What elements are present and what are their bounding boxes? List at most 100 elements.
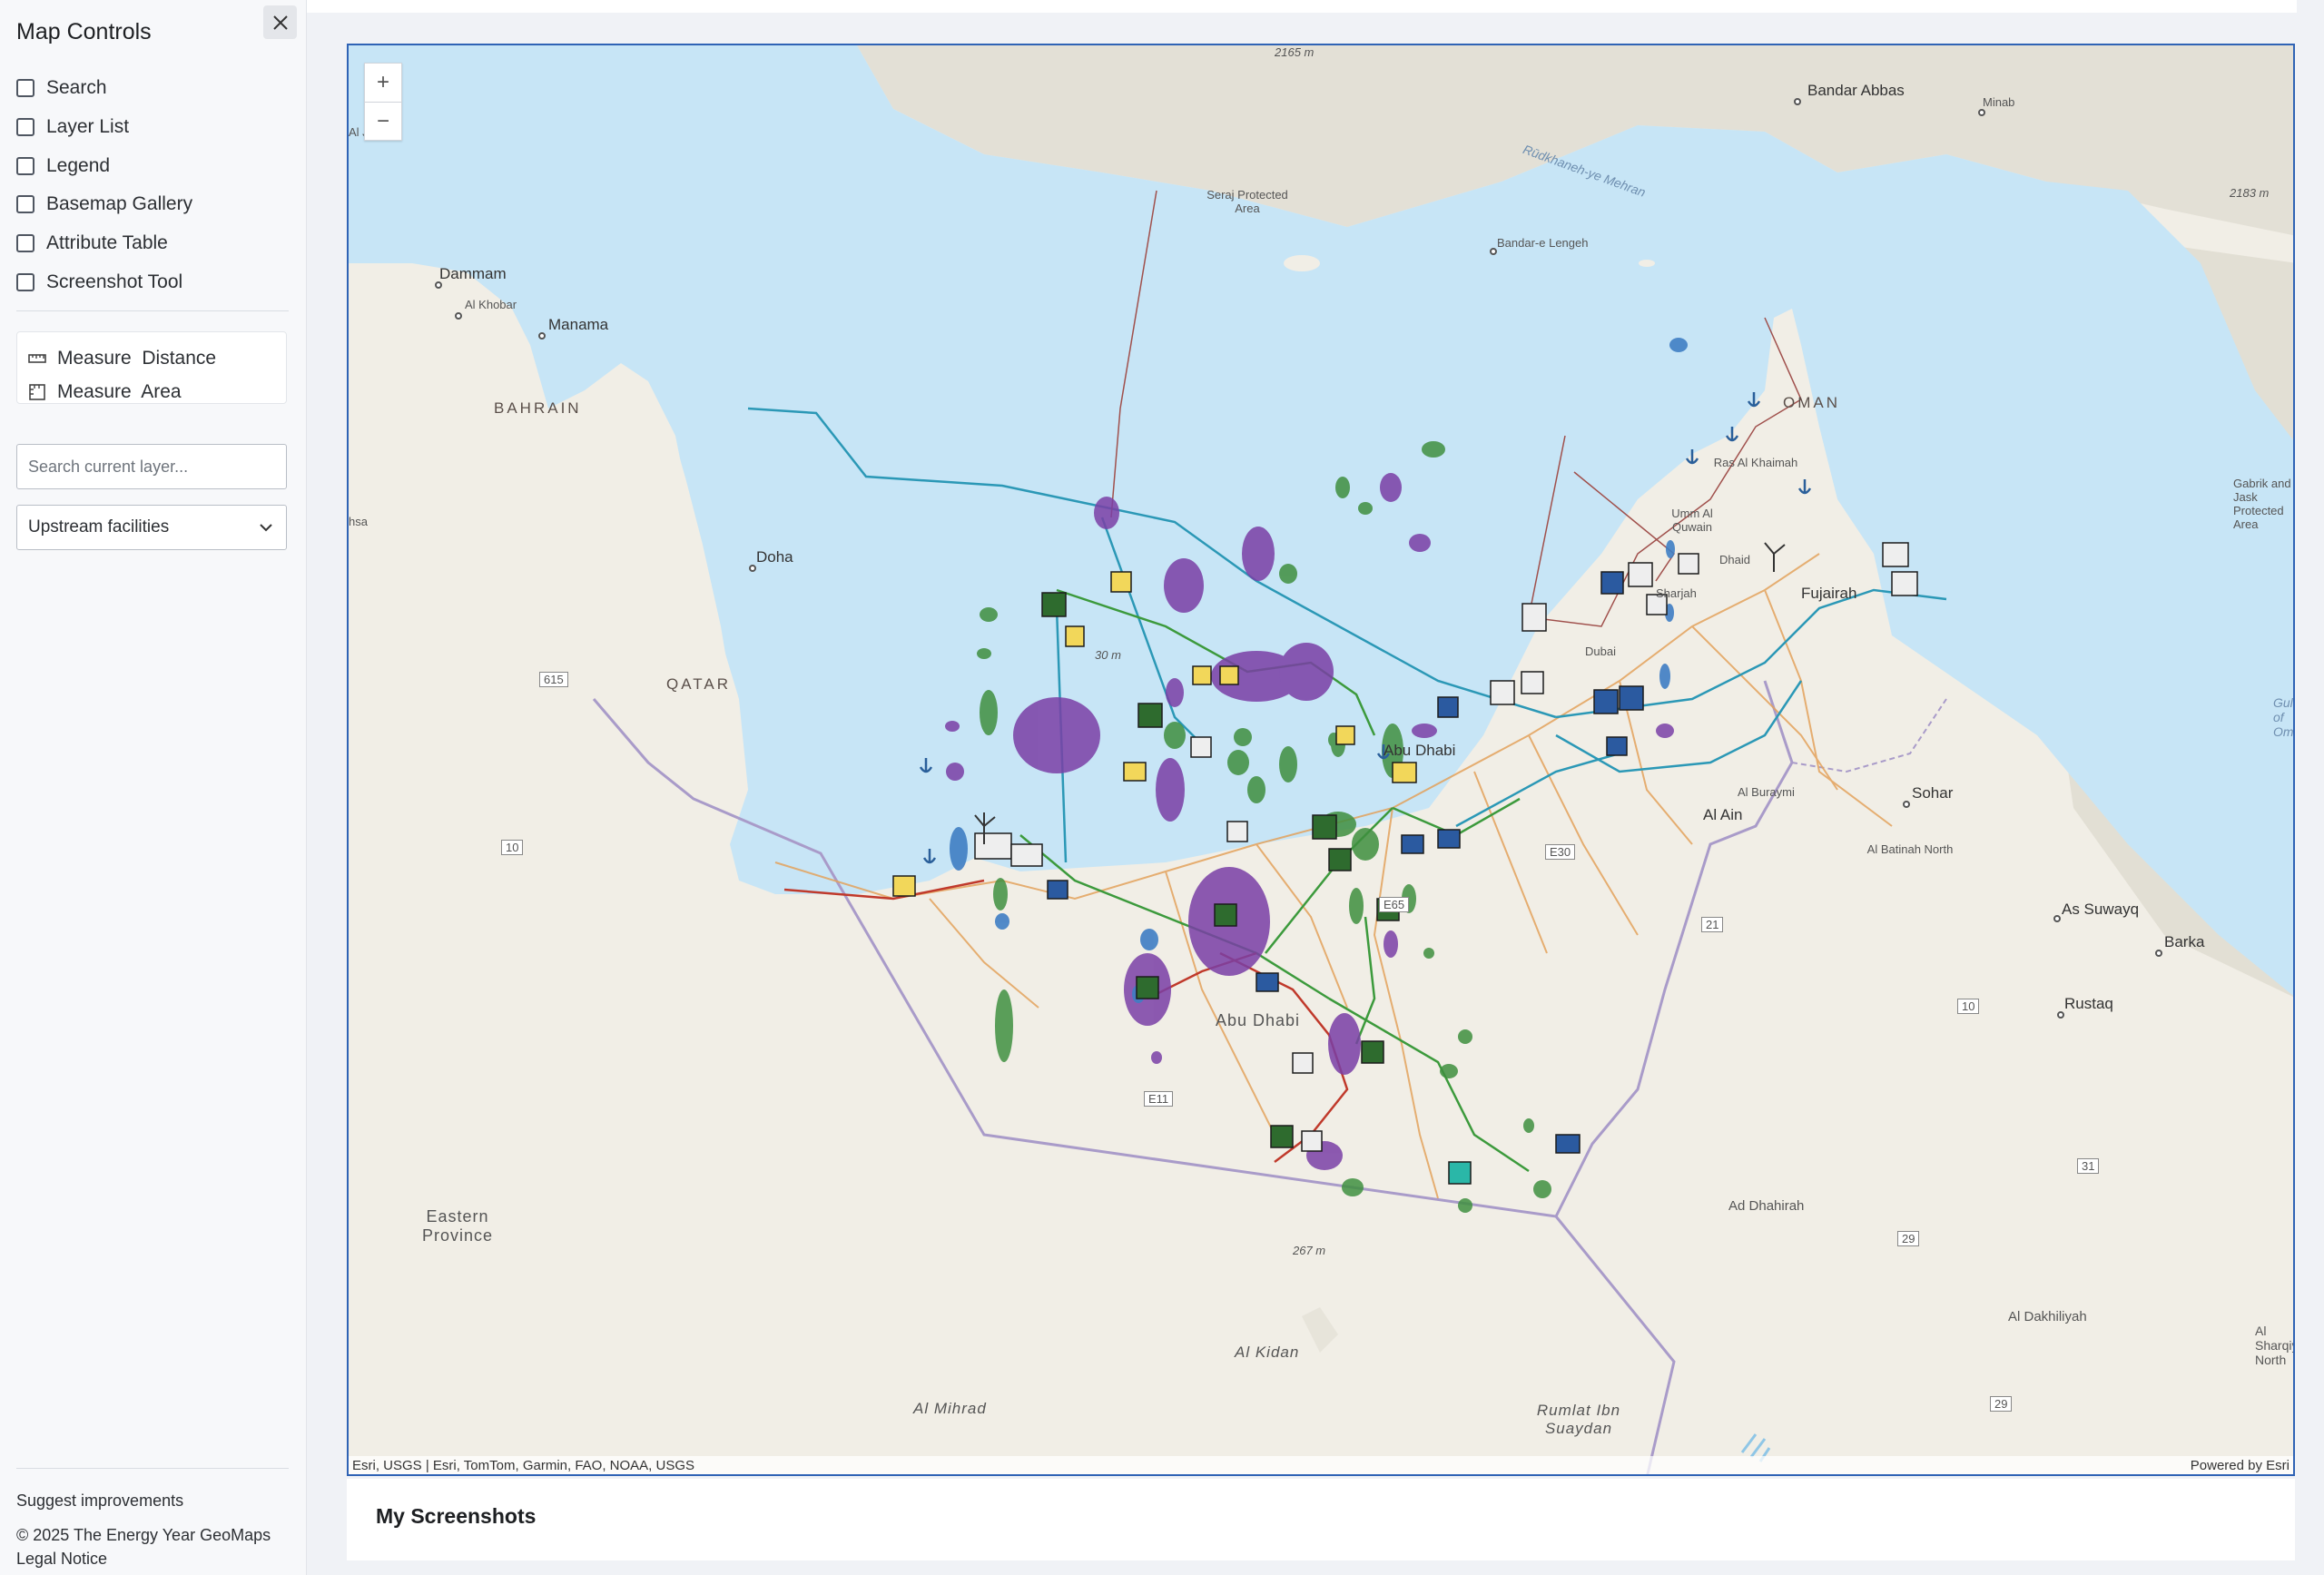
widget-toggle-list: Search Layer List Legend Basemap Gallery… — [16, 69, 289, 301]
widget-toggle-label: Layer List — [46, 116, 130, 138]
map-label: 29 — [1990, 1396, 2013, 1412]
map-label: E11 — [1144, 1091, 1174, 1107]
map-label: Al Khobar — [465, 298, 517, 311]
map-label: Dhaid — [1719, 553, 1750, 566]
top-card — [307, 0, 2297, 13]
map-label: Umm Al Quwain — [1671, 507, 1713, 534]
measure-distance-button[interactable]: Measure Distance — [28, 341, 286, 375]
map-label: BAHRAIN — [494, 399, 582, 417]
city-marker — [2053, 915, 2061, 922]
widget-toggle-label: Basemap Gallery — [46, 193, 193, 215]
widget-toggle-label: Screenshot Tool — [46, 271, 183, 292]
map-label: 10 — [1957, 999, 1980, 1014]
map-label: 267 m — [1293, 1244, 1326, 1257]
map-label: OMAN — [1783, 394, 1840, 411]
map-label: Al Batinah North — [1866, 842, 1954, 856]
zoom-out-button[interactable]: − — [365, 102, 401, 140]
city-marker — [538, 332, 546, 340]
map-label: Ad Dhahirah — [1728, 1198, 1805, 1214]
checkbox[interactable] — [16, 234, 34, 253]
divider — [16, 1468, 289, 1469]
map-label: Al Sharqiyah North — [2255, 1324, 2293, 1367]
zoom-control: + − — [364, 63, 402, 141]
checkbox[interactable] — [16, 195, 34, 214]
zoom-in-button[interactable]: + — [365, 64, 401, 102]
checkbox[interactable] — [16, 156, 34, 175]
widget-toggle-label: Search — [46, 77, 107, 99]
map-controls-panel: Map Controls Search Layer List Legend Ba… — [0, 0, 307, 1575]
widget-toggle-attribute-table[interactable]: Attribute Table — [16, 224, 289, 263]
map-label: Bandar Abbas — [1807, 82, 1905, 99]
suggest-improvements-link[interactable]: Suggest improvements — [16, 1491, 183, 1511]
measure-area-button[interactable]: Measure Area — [28, 375, 286, 409]
map-label: Barka — [2164, 933, 2205, 950]
map-label: QATAR — [666, 675, 732, 693]
city-marker — [2057, 1011, 2064, 1019]
widget-toggle-legend[interactable]: Legend — [16, 146, 289, 185]
map-label: Gabrik and Jask Protected Area — [2233, 477, 2291, 531]
map-label: Abu Dhabi — [1216, 1011, 1301, 1029]
map-label: 2165 m — [1275, 45, 1315, 59]
map-label: Abu Dhabi — [1384, 742, 1456, 759]
map-label: E65 — [1379, 897, 1410, 912]
panel-title: Map Controls — [16, 19, 152, 44]
city-marker — [1794, 98, 1801, 105]
map-label: Rumlat Ibn Suaydan — [1536, 1402, 1621, 1437]
map-label: Ras Al Khaimah — [1713, 456, 1798, 469]
map-label: Sohar — [1912, 784, 1954, 802]
widget-toggle-layer-list[interactable]: Layer List — [16, 108, 289, 147]
area-measure-icon — [29, 383, 45, 400]
map-label: Seraj Protected Area — [1206, 188, 1288, 215]
map-label: Al Dakhiliyah — [2008, 1309, 2087, 1324]
measure-tools: Measure Distance Measure Area — [16, 331, 287, 404]
checkbox[interactable] — [16, 118, 34, 137]
widget-toggle-basemap-gallery[interactable]: Basemap Gallery — [16, 185, 289, 224]
widget-toggle-label: Legend — [46, 154, 111, 176]
map-label: Fujairah — [1801, 585, 1857, 602]
map-label: Manama — [548, 316, 609, 333]
chevron-down-icon — [260, 524, 272, 532]
close-icon — [272, 15, 288, 30]
map-label: Minab — [1983, 95, 2015, 109]
map-label: 615 — [539, 672, 568, 687]
map-view[interactable]: Al J hsa 2165 m Bandar Abbas Minab 2183 … — [347, 44, 2295, 1476]
map-label: Al Kidan — [1235, 1344, 1300, 1361]
map-label: 10 — [501, 840, 524, 855]
map-label: 2183 m — [2230, 186, 2270, 200]
map-label: Al Mihrad — [913, 1400, 987, 1417]
map-label: Gulf of Om — [2273, 695, 2295, 739]
city-marker — [455, 312, 462, 320]
map-label: Al Buraymi — [1738, 785, 1795, 799]
map-label: Dammam — [439, 265, 507, 282]
city-marker — [1903, 801, 1910, 808]
widget-toggle-screenshot-tool[interactable]: Screenshot Tool — [16, 262, 289, 301]
layer-select[interactable]: Upstream facilities — [16, 505, 287, 550]
map-label: Rustaq — [2064, 995, 2113, 1012]
measure-distance-label: Measure Distance — [57, 347, 217, 369]
map-label: E30 — [1545, 844, 1576, 860]
map-label: 29 — [1897, 1231, 1920, 1246]
widget-toggle-label: Attribute Table — [46, 232, 168, 254]
checkbox[interactable] — [16, 272, 34, 291]
city-marker — [749, 565, 756, 572]
layer-search-input[interactable] — [16, 444, 287, 489]
map-label: Doha — [756, 548, 793, 566]
map-attribution: Esri, USGS | Esri, TomTom, Garmin, FAO, … — [349, 1456, 2293, 1474]
ruler-icon — [28, 353, 46, 363]
screenshots-title: My Screenshots — [376, 1504, 537, 1528]
map-label: As Suwayq — [2062, 901, 2140, 918]
legal-notice-link[interactable]: Legal Notice — [16, 1550, 107, 1569]
measure-area-label: Measure Area — [57, 380, 182, 402]
map-label: 30 m — [1095, 648, 1121, 662]
checkbox[interactable] — [16, 79, 34, 98]
city-marker — [2155, 950, 2162, 957]
powered-by-esri-link[interactable]: Powered by Esri — [2191, 1458, 2290, 1473]
screenshots-panel: My Screenshots — [347, 1479, 2295, 1560]
widget-toggle-search[interactable]: Search — [16, 69, 289, 108]
map-label: 31 — [2077, 1158, 2100, 1174]
attribution-text: Esri, USGS | Esri, TomTom, Garmin, FAO, … — [352, 1457, 695, 1473]
close-panel-button[interactable] — [263, 5, 297, 39]
copyright-text: © 2025 The Energy Year GeoMaps — [16, 1526, 271, 1544]
layer-select-value: Upstream facilities — [28, 517, 170, 536]
map-label: Eastern Province — [421, 1207, 494, 1245]
